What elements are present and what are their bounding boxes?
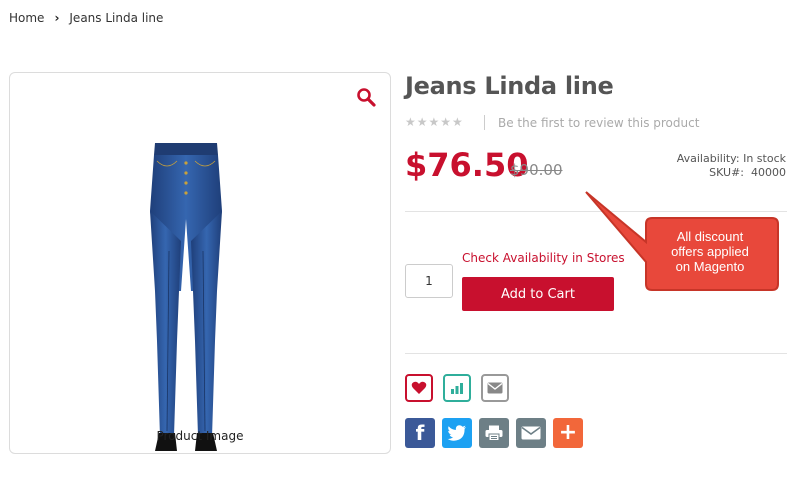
more-share-button[interactable]: + bbox=[553, 418, 583, 448]
facebook-share-button[interactable]: f bbox=[405, 418, 435, 448]
rating-stars-icon: ★★★★★ bbox=[405, 115, 464, 129]
bar-chart-icon bbox=[451, 383, 463, 394]
product-image-panel: Product Image bbox=[9, 72, 391, 454]
callout-line-1: All discount bbox=[676, 229, 744, 244]
quantity-input[interactable] bbox=[405, 264, 453, 298]
old-price: $90.00 bbox=[510, 161, 563, 179]
breadcrumb-home[interactable]: Home bbox=[9, 11, 44, 25]
divider bbox=[405, 353, 787, 354]
print-button[interactable] bbox=[479, 418, 509, 448]
stock-info: Availability: In stock SKU#: 40000 bbox=[677, 152, 786, 180]
plus-icon: + bbox=[558, 420, 578, 445]
printer-icon bbox=[485, 425, 503, 441]
image-caption: Product Image bbox=[156, 429, 244, 443]
review-link[interactable]: Be the first to review this product bbox=[498, 116, 699, 130]
availability-text: Availability: In stock bbox=[676, 152, 786, 165]
mail-icon bbox=[521, 426, 541, 440]
facebook-icon: f bbox=[415, 421, 425, 445]
compare-button[interactable] bbox=[443, 374, 471, 402]
heart-icon bbox=[411, 381, 427, 394]
breadcrumb-separator-icon: › bbox=[54, 11, 60, 25]
product-title: Jeans Linda line bbox=[405, 72, 614, 100]
callout-text: All discount offers applied on Magento bbox=[650, 229, 770, 274]
wishlist-button[interactable] bbox=[405, 374, 433, 402]
magnifier-icon[interactable] bbox=[356, 87, 376, 107]
envelope-icon bbox=[487, 382, 503, 394]
email-share-button[interactable] bbox=[516, 418, 546, 448]
product-image[interactable] bbox=[147, 141, 225, 453]
breadcrumb: Home › Jeans Linda line bbox=[9, 11, 163, 25]
callout-line-2: offers applied bbox=[671, 244, 749, 259]
twitter-share-button[interactable] bbox=[442, 418, 472, 448]
breadcrumb-current: Jeans Linda line bbox=[69, 11, 164, 25]
sku-text: SKU#: 40000 bbox=[709, 166, 786, 179]
review-divider bbox=[484, 115, 485, 130]
callout-line-3: on Magento bbox=[675, 259, 745, 274]
email-friend-button[interactable] bbox=[481, 374, 509, 402]
twitter-icon bbox=[447, 425, 466, 441]
